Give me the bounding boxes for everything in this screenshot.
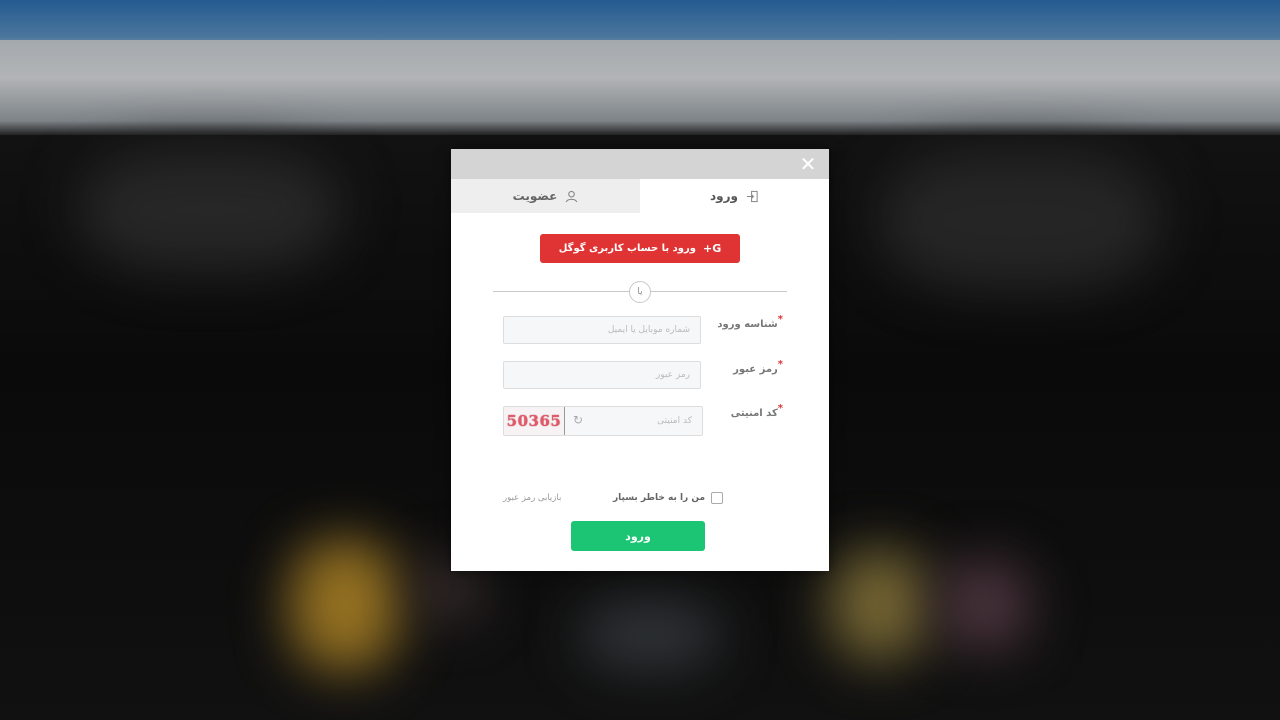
google-login-label: ورود با حساب کاربری گوگل [558, 243, 696, 254]
tab-login[interactable]: ورود [640, 179, 829, 213]
tab-register[interactable]: عضویت [451, 179, 640, 213]
password-label: *رمز عبور [733, 359, 783, 375]
or-divider-text: یا [637, 287, 643, 297]
required-mark: * [777, 314, 783, 325]
captcha-image: 50365 [504, 407, 565, 435]
remember-label: من را به خاطر بسپار [613, 493, 706, 503]
or-divider-circle: یا [629, 281, 651, 303]
tab-register-label: عضویت [512, 189, 558, 203]
tab-login-label: ورود [710, 189, 738, 203]
user-icon [566, 190, 578, 202]
login-submit-button[interactable]: ورود [571, 521, 705, 551]
captcha-code: 50365 [506, 412, 562, 430]
username-input[interactable]: شماره موبایل یا ایمیل [503, 316, 701, 344]
required-mark: * [777, 403, 783, 414]
captcha-input[interactable]: کد امنیتی ↻ [565, 407, 702, 435]
google-plus-icon: G+ [703, 242, 722, 255]
google-login-button[interactable]: G+ ورود با حساب کاربری گوگل [540, 234, 740, 263]
refresh-icon[interactable]: ↻ [571, 414, 583, 426]
remember-checkbox[interactable] [711, 492, 724, 504]
remember-me[interactable]: من را به خاطر بسپار [613, 492, 724, 504]
captcha-group: 50365 کد امنیتی ↻ [503, 406, 703, 436]
username-label: *شناسه ورود [717, 314, 783, 330]
username-placeholder: شماره موبایل یا ایمیل [607, 325, 690, 335]
captcha-placeholder: کد امنیتی [657, 416, 692, 426]
modal-header: ✕ [451, 149, 829, 179]
auth-tabs: عضویت ورود [451, 179, 829, 213]
login-modal: ✕ عضویت ورود G+ ورود با حساب کاربری گوگل… [451, 149, 829, 571]
forgot-password-link[interactable]: بازیابی رمز عبور [503, 493, 561, 503]
captcha-label: *کد امنیتی [730, 403, 783, 419]
sign-in-icon [746, 190, 758, 202]
close-icon[interactable]: ✕ [799, 154, 817, 174]
password-input[interactable]: رمز عبور [503, 361, 701, 389]
password-placeholder: رمز عبور [655, 370, 690, 380]
required-mark: * [777, 359, 783, 370]
login-submit-label: ورود [625, 529, 651, 543]
